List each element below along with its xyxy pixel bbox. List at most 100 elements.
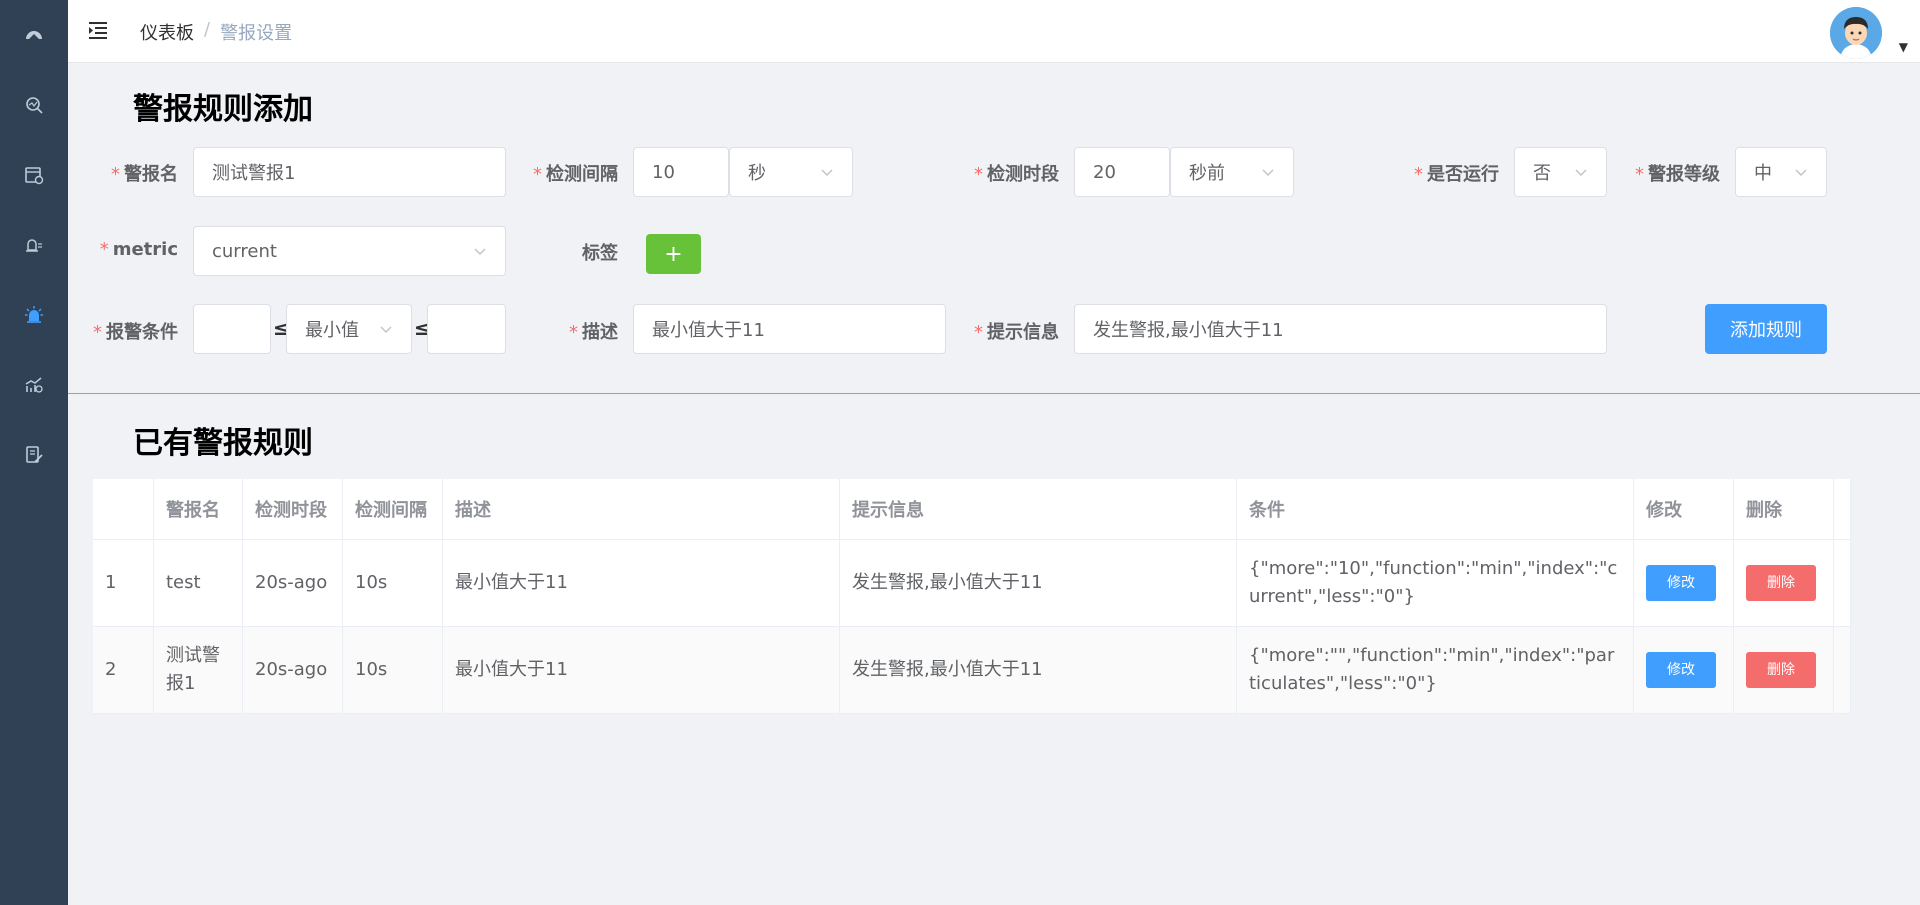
form-title: 警报规则添加 [133,92,313,127]
row-message: 发生警报,最小值大于11 [840,627,1237,713]
edit-button[interactable]: 修改 [1646,565,1716,601]
column-gutter [1834,627,1851,713]
message-label: * 提示信息 [974,322,1059,343]
condition-label: * 报警条件 [93,322,178,343]
interval-unit-select[interactable]: 秒 [729,147,853,197]
user-avatar-icon [1830,7,1882,59]
condition-less-input[interactable] [427,304,506,354]
row-name: 测试警报1 [154,627,243,713]
device-icon [26,239,42,252]
metric-label: * metric [99,239,178,260]
running-value: 否 [1533,163,1551,184]
interval-unit-value: 秒 [748,163,766,184]
sidebar [0,0,68,905]
edit-cell: 修改 [1634,627,1734,713]
top-header: 仪表板 / 警报设置 ▼ [68,0,1920,63]
column-header: 描述 [443,479,840,539]
sidebar-item-trend[interactable] [0,360,68,410]
table-row: 2 测试警报1 20s-ago 10s 最小值大于11 发生警报,最小值大于11… [93,627,1851,714]
column-header [93,479,154,539]
row-index: 1 [93,540,154,626]
message-input[interactable]: 发生警报,最小值大于11 [1074,304,1607,354]
level-value: 中 [1754,163,1772,184]
alarm-name-label: * 警报名 [111,164,178,185]
level-select[interactable]: 中 [1735,147,1827,197]
rules-table: 警报名 检测时段 检测间隔 描述 提示信息 条件 修改 删除 1 test 20… [93,479,1851,714]
report-icon [26,446,43,463]
column-header: 提示信息 [840,479,1237,539]
metric-value: current [212,240,277,262]
row-name: test [154,540,243,626]
sidebar-item-dashboard[interactable] [0,10,68,60]
caret-down-icon[interactable]: ▼ [1899,40,1908,54]
column-header: 修改 [1634,479,1734,539]
sidebar-item-data-settings[interactable] [0,150,68,200]
delete-cell: 删除 [1734,540,1834,626]
table-row: 1 test 20s-ago 10s 最小值大于11 发生警报,最小值大于11 … [93,540,1851,627]
column-header: 警报名 [154,479,243,539]
row-period: 20s-ago [243,627,343,713]
period-label: * 检测时段 [974,164,1059,185]
edit-cell: 修改 [1634,540,1734,626]
column-header: 条件 [1237,479,1634,539]
add-tag-button[interactable]: + [646,234,701,274]
alarm-icon [25,306,43,323]
row-message: 发生警报,最小值大于11 [840,540,1237,626]
row-index: 2 [93,627,154,713]
interval-input[interactable]: 10 [633,147,729,197]
data-settings-icon [25,167,44,185]
row-condition: {"more":"10","function":"min","index":"c… [1237,540,1634,626]
delete-cell: 删除 [1734,627,1834,713]
running-label: * 是否运行 [1414,164,1499,185]
sidebar-item-monitor[interactable] [0,80,68,130]
column-header: 检测时段 [243,479,343,539]
metric-select[interactable]: current [193,226,506,276]
monitor-search-icon [26,97,43,114]
interval-label: * 检测间隔 [533,164,618,185]
breadcrumb-separator: / [204,19,211,40]
column-header: 检测间隔 [343,479,443,539]
table-header-row: 警报名 检测时段 检测间隔 描述 提示信息 条件 修改 删除 [93,479,1851,540]
alarm-name-input[interactable]: 测试警报1 [193,147,506,197]
sidebar-item-device[interactable] [0,220,68,270]
period-unit-value: 秒前 [1189,163,1225,184]
dashboard-icon [26,31,42,40]
menu-toggle-icon[interactable] [86,18,110,42]
row-condition: {"more":"","function":"min","index":"par… [1237,627,1634,713]
condition-function-select[interactable]: 最小值 [286,304,412,354]
chevron-down-icon [474,248,486,256]
sidebar-item-report[interactable] [0,430,68,480]
chevron-down-icon [1575,169,1587,177]
row-description: 最小值大于11 [443,540,840,626]
level-label: * 警报等级 [1635,164,1720,185]
column-gutter [1834,540,1851,626]
chevron-down-icon [1795,169,1807,177]
period-unit-select[interactable]: 秒前 [1170,147,1294,197]
add-rule-button[interactable]: 添加规则 [1705,304,1827,354]
chevron-down-icon [380,326,392,334]
rules-title: 已有警报规则 [133,426,313,461]
chevron-down-icon [1262,169,1274,177]
row-interval: 10s [343,540,443,626]
breadcrumb-home[interactable]: 仪表板 [140,19,194,45]
edit-button[interactable]: 修改 [1646,652,1716,688]
column-header: 删除 [1734,479,1834,539]
description-label: * 描述 [569,322,618,343]
trend-chart-icon [25,377,43,393]
period-input[interactable]: 20 [1074,147,1170,197]
chevron-down-icon [821,169,833,177]
row-description: 最小值大于11 [443,627,840,713]
condition-function-value: 最小值 [305,320,359,341]
breadcrumb: 仪表板 / 警报设置 [140,19,292,45]
tags-label: 标签 [582,243,618,264]
running-select[interactable]: 否 [1514,147,1607,197]
section-divider [68,393,1920,394]
column-gutter [1834,479,1851,539]
delete-button[interactable]: 删除 [1746,652,1816,688]
row-period: 20s-ago [243,540,343,626]
sidebar-item-alarm[interactable] [0,290,68,340]
avatar[interactable] [1830,7,1882,59]
condition-more-input[interactable] [193,304,271,354]
delete-button[interactable]: 删除 [1746,565,1816,601]
description-input[interactable]: 最小值大于11 [633,304,946,354]
